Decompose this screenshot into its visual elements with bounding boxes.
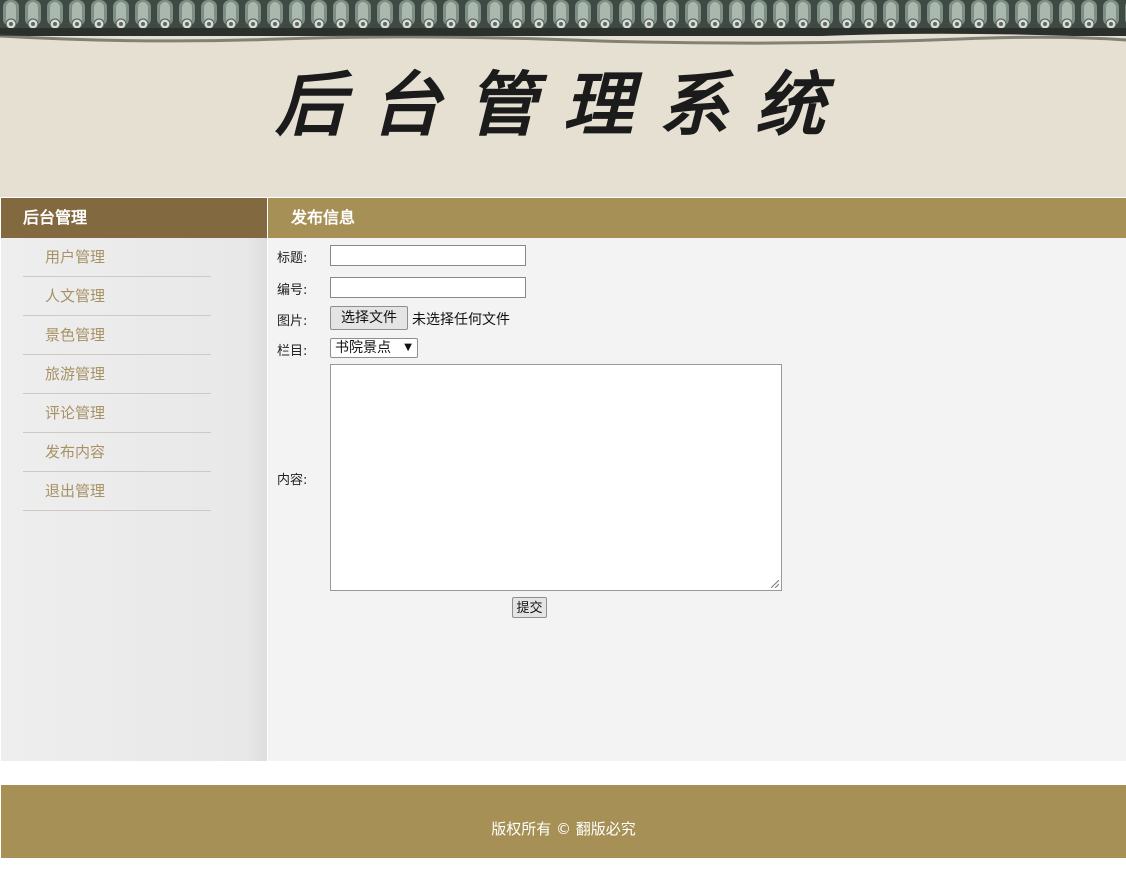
dropdown-arrow-icon: ▼: [404, 342, 412, 353]
sidebar-heading: 后台管理: [1, 198, 267, 238]
column-select-value: 书院景点: [335, 340, 391, 356]
column-select[interactable]: 书院景点 ▼: [330, 338, 418, 358]
sidebar-item-logout[interactable]: 退出管理: [23, 472, 211, 511]
column-label: 栏目:: [277, 344, 308, 359]
number-label: 编号:: [277, 283, 308, 298]
choose-file-button[interactable]: 选择文件: [330, 306, 408, 330]
content-textarea[interactable]: [330, 364, 782, 591]
copyright-text: 版权所有 © 翻版必究: [491, 820, 636, 838]
site-header: 后台管理系统: [0, 0, 1126, 197]
page-title: 后台管理系统: [275, 63, 851, 146]
sidebar-item-publish-content[interactable]: 发布内容: [23, 433, 211, 472]
sidebar-item-comment-management[interactable]: 评论管理: [23, 394, 211, 433]
resize-grip-icon[interactable]: [771, 580, 779, 588]
title-input[interactable]: [330, 245, 526, 266]
number-input[interactable]: [330, 277, 526, 298]
main-heading: 发布信息: [268, 198, 1126, 238]
file-status-text: 未选择任何文件: [412, 312, 510, 328]
title-label: 标题:: [277, 251, 308, 266]
sidebar-menu: 用户管理 人文管理 景色管理 旅游管理 评论管理 发布内容 退出管理: [1, 238, 267, 511]
main-panel: 发布信息 标题: 编号: 图片: 选择文件 未选择任何文件 栏目: 书院景点 ▼…: [268, 198, 1126, 761]
sidebar-item-travel-management[interactable]: 旅游管理: [23, 355, 211, 394]
sidebar-item-culture-management[interactable]: 人文管理: [23, 277, 211, 316]
sidebar-item-scenery-management[interactable]: 景色管理: [23, 316, 211, 355]
image-label: 图片:: [277, 314, 308, 329]
content-label: 内容:: [277, 473, 308, 488]
roof-tiles-banner: [0, 0, 1126, 48]
sidebar-item-user-management[interactable]: 用户管理: [23, 238, 211, 277]
sidebar: 后台管理 用户管理 人文管理 景色管理 旅游管理 评论管理 发布内容 退出管理: [1, 198, 267, 761]
submit-button[interactable]: 提交: [512, 597, 547, 618]
footer: 版权所有 © 翻版必究: [1, 785, 1126, 858]
